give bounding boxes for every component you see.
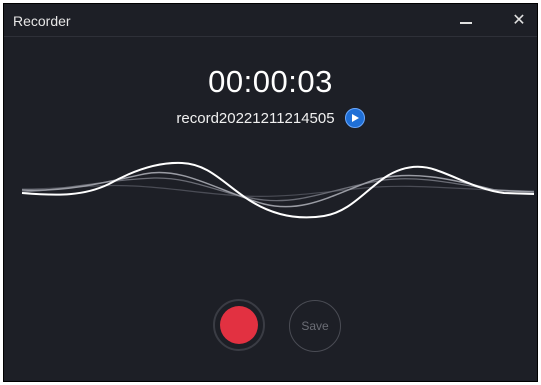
recorder-window: Recorder ✕ 00:00:03 record20221211214505… bbox=[3, 3, 538, 382]
filename-row: record20221211214505 bbox=[4, 108, 537, 130]
recording-filename: record20221211214505 bbox=[176, 109, 335, 127]
minimize-icon bbox=[460, 22, 472, 24]
minimize-button[interactable] bbox=[452, 8, 480, 34]
audio-waveform bbox=[21, 161, 535, 219]
save-button[interactable]: Save bbox=[289, 300, 341, 352]
waveform-line-main bbox=[21, 161, 535, 219]
save-label: Save bbox=[301, 319, 329, 333]
record-icon bbox=[220, 306, 258, 344]
close-button[interactable]: ✕ bbox=[505, 8, 533, 34]
play-icon bbox=[351, 114, 359, 122]
title-bar: Recorder ✕ bbox=[4, 4, 537, 37]
record-button[interactable] bbox=[213, 299, 265, 351]
elapsed-timer: 00:00:03 bbox=[208, 64, 333, 99]
play-button[interactable] bbox=[344, 108, 365, 128]
window-title: Recorder bbox=[13, 13, 71, 29]
close-icon: ✕ bbox=[512, 12, 526, 29]
